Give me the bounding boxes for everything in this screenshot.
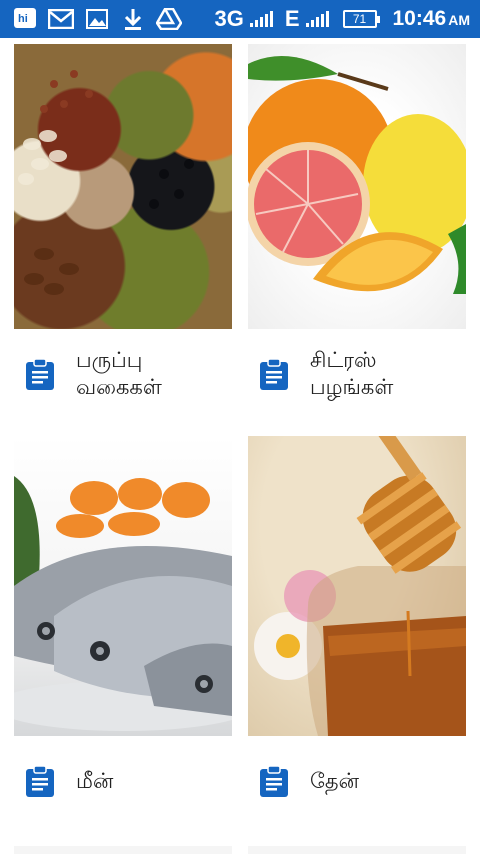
category-caption[interactable]: சிட்ரஸ் பழங்கள் [248,329,466,419]
honey-photo[interactable] [248,436,466,736]
category-label: தேன் [310,768,359,793]
category-card-legumes[interactable]: பருப்பு வகைகள் [14,44,232,419]
next-card-edge [14,846,232,854]
category-label: சிட்ரஸ் பழங்கள் [310,348,394,399]
category-caption[interactable]: மீன் [14,736,232,826]
citrus-fruits-photo[interactable] [248,44,466,329]
category-card-honey[interactable]: தேன் [248,436,466,826]
notification-icons: hi [12,0,182,38]
category-label: பருப்பு வகைகள் [76,348,162,399]
category-caption[interactable]: தேன் [248,736,466,826]
network-3g-label: 3G [214,6,244,31]
clock-time: 10:46 [392,7,447,30]
category-card-fish[interactable]: மீன் [14,436,232,826]
clipboard-icon [260,765,288,797]
drive-icon [156,7,182,31]
gmail-icon [48,7,74,31]
clipboard-icon [260,358,288,390]
gallery-icon [84,7,110,31]
clipboard-icon [26,765,54,797]
signal-strength-icon-2 [305,11,329,27]
system-status: 3G E 71 10:46 AM [214,0,470,38]
clock-ampm: AM [448,12,470,28]
category-caption[interactable]: பருப்பு வகைகள் [14,329,232,419]
battery-icon: 71 [342,10,380,28]
category-card-citrus[interactable]: சிட்ரஸ் பழங்கள் [248,44,466,419]
clipboard-icon [26,358,54,390]
legumes-photo[interactable] [14,44,232,329]
network-e-label: E [284,6,300,31]
next-card-edge [248,846,466,854]
signal-strength-icon [249,11,273,27]
hike-app-icon: hi [12,7,38,31]
fish-photo[interactable] [14,436,232,736]
download-icon [120,7,146,31]
svg-text:hi: hi [18,13,28,25]
category-label: மீன் [76,768,114,793]
clock: 10:46 AM [393,7,471,31]
status-bar: hi 3G E 71 10:46 AM [0,0,480,38]
